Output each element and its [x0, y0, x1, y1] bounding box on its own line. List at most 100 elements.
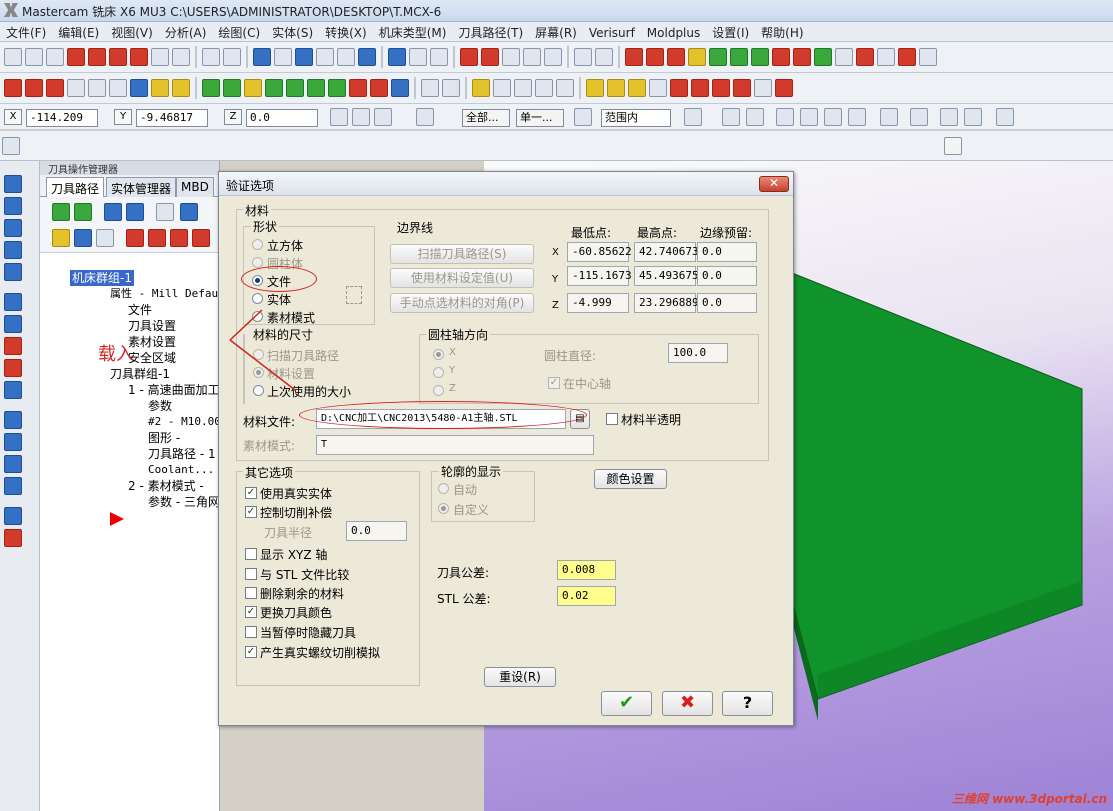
menu-edit[interactable]: 编辑(E) [52, 22, 105, 43]
car-icon[interactable] [391, 79, 409, 97]
loop-icon[interactable] [880, 108, 898, 126]
y-margin-field[interactable]: 0.0 [697, 266, 757, 286]
marker-icon[interactable] [628, 79, 646, 97]
lock-icon[interactable] [52, 229, 70, 247]
link-icon[interactable] [88, 79, 106, 97]
split-icon[interactable] [442, 79, 460, 97]
rect-icon[interactable] [349, 79, 367, 97]
export-icon[interactable] [430, 48, 448, 66]
help-icon[interactable] [944, 137, 962, 155]
new-file-icon[interactable] [4, 48, 22, 66]
tool-radius-field[interactable]: 0.0 [346, 521, 407, 541]
tree-parameters[interactable]: 参数 [148, 398, 172, 414]
cross-icon[interactable] [712, 79, 730, 97]
outline-auto-radio[interactable] [438, 483, 449, 494]
selection-mode-icon[interactable] [574, 108, 592, 126]
help-question-icon[interactable] [416, 108, 434, 126]
reset-button[interactable]: 重设(R) [484, 667, 556, 687]
filter-icon[interactable] [388, 48, 406, 66]
cube-icon[interactable] [595, 48, 613, 66]
z-margin-field[interactable]: 0.0 [697, 293, 757, 313]
menu-xform[interactable]: 转换(X) [319, 22, 373, 43]
menu-settings[interactable]: 设置(I) [706, 22, 755, 43]
tree-op-2[interactable]: 2 - 素材模式 - [128, 478, 204, 494]
diamond-icon[interactable] [709, 48, 727, 66]
tree-machine-group[interactable]: 机床群组-1 [70, 270, 134, 286]
ref-icon[interactable] [556, 79, 574, 97]
cutter-comp-checkbox[interactable]: ✓ [245, 506, 257, 518]
pencil-icon[interactable] [523, 48, 541, 66]
box-icon[interactable] [370, 79, 388, 97]
open-file-icon[interactable] [25, 48, 43, 66]
tree-tool-settings[interactable]: 刀具设置 [128, 318, 176, 334]
hidden-line-icon[interactable] [316, 48, 334, 66]
select-dirty-icon[interactable] [74, 203, 92, 221]
select-cursor-icon[interactable] [346, 286, 362, 304]
target-icon[interactable] [535, 79, 553, 97]
y-min-field[interactable]: -115.1673 [567, 266, 632, 286]
insert-arrow-icon[interactable] [170, 229, 188, 247]
cube-tool-icon[interactable] [4, 263, 22, 281]
dot-point-icon[interactable] [265, 79, 283, 97]
tab-solids[interactable]: 实体管理器 [106, 177, 177, 197]
no-icon[interactable] [940, 108, 958, 126]
m-view-icon[interactable] [667, 48, 685, 66]
stl-tolerance-field[interactable]: 0.02 [557, 586, 616, 606]
fast-point-icon[interactable] [352, 108, 370, 126]
arc-icon[interactable] [286, 79, 304, 97]
move-down-icon[interactable] [126, 229, 144, 247]
translucent-checkbox[interactable] [606, 413, 618, 425]
pointer-icon[interactable] [722, 108, 740, 126]
check-mark-icon[interactable] [910, 108, 928, 126]
redo-icon[interactable] [223, 48, 241, 66]
save-icon[interactable] [46, 48, 64, 66]
select-all-ops-icon[interactable] [52, 203, 70, 221]
top-view-icon[interactable] [688, 48, 706, 66]
grid-icon[interactable] [409, 48, 427, 66]
shape-cube-radio[interactable] [252, 239, 263, 250]
solid-tool-icon[interactable] [4, 315, 22, 333]
show-xyz-checkbox[interactable] [245, 548, 257, 560]
compare-stl-checkbox[interactable] [245, 568, 257, 580]
tree-safety-zone[interactable]: 安全区域 [128, 350, 176, 366]
red-shape-icon[interactable] [793, 48, 811, 66]
scan-toolpath-button[interactable]: 扫描刀具路径(S) [390, 244, 534, 264]
pen-icon[interactable] [586, 79, 604, 97]
x-margin-field[interactable]: 0.0 [697, 242, 757, 262]
stop-icon[interactable] [772, 48, 790, 66]
diameter-field[interactable]: 100.0 [668, 343, 728, 363]
ring-icon[interactable] [775, 79, 793, 97]
stock-mode-dropdown[interactable]: T [316, 435, 594, 455]
solid-icon[interactable] [814, 48, 832, 66]
layers-icon[interactable] [4, 455, 22, 473]
block-icon[interactable] [4, 381, 22, 399]
backplot-icon[interactable] [156, 203, 174, 221]
hex4-icon[interactable] [824, 108, 842, 126]
bulb-icon[interactable] [472, 79, 490, 97]
eraser-icon[interactable] [4, 359, 22, 377]
color-settings-button[interactable]: 颜色设置 [594, 469, 667, 489]
menu-toolpaths[interactable]: 刀具路径(T) [452, 22, 529, 43]
table-icon[interactable] [460, 48, 478, 66]
measure-icon[interactable] [493, 79, 511, 97]
slash-icon[interactable] [733, 79, 751, 97]
doc-tool-icon[interactable] [4, 477, 22, 495]
plane-icon[interactable] [574, 48, 592, 66]
y-max-field[interactable]: 45.493675 [634, 266, 699, 286]
hex5-icon[interactable] [848, 108, 866, 126]
arc-tool-icon[interactable] [4, 219, 22, 237]
tree-geometry[interactable]: 图形 - [148, 430, 180, 446]
manual-corner-button[interactable]: 手动点选材料的对角(P) [390, 293, 534, 313]
ok-check-icon[interactable]: ✔ [601, 691, 652, 716]
z-max-field[interactable]: 23.296889 [634, 293, 699, 313]
change-tool-color-checkbox[interactable]: ✓ [245, 606, 257, 618]
menu-solids[interactable]: 实体(S) [266, 22, 319, 43]
red-cube-icon[interactable] [4, 529, 22, 547]
dot-icon[interactable] [898, 48, 916, 66]
download-icon[interactable] [4, 241, 22, 259]
z-min-field[interactable]: -4.999 [567, 293, 629, 313]
undo-icon[interactable] [202, 48, 220, 66]
shortcut-icon[interactable] [253, 48, 271, 66]
shape-icon[interactable] [751, 48, 769, 66]
selection-icon[interactable] [374, 108, 392, 126]
